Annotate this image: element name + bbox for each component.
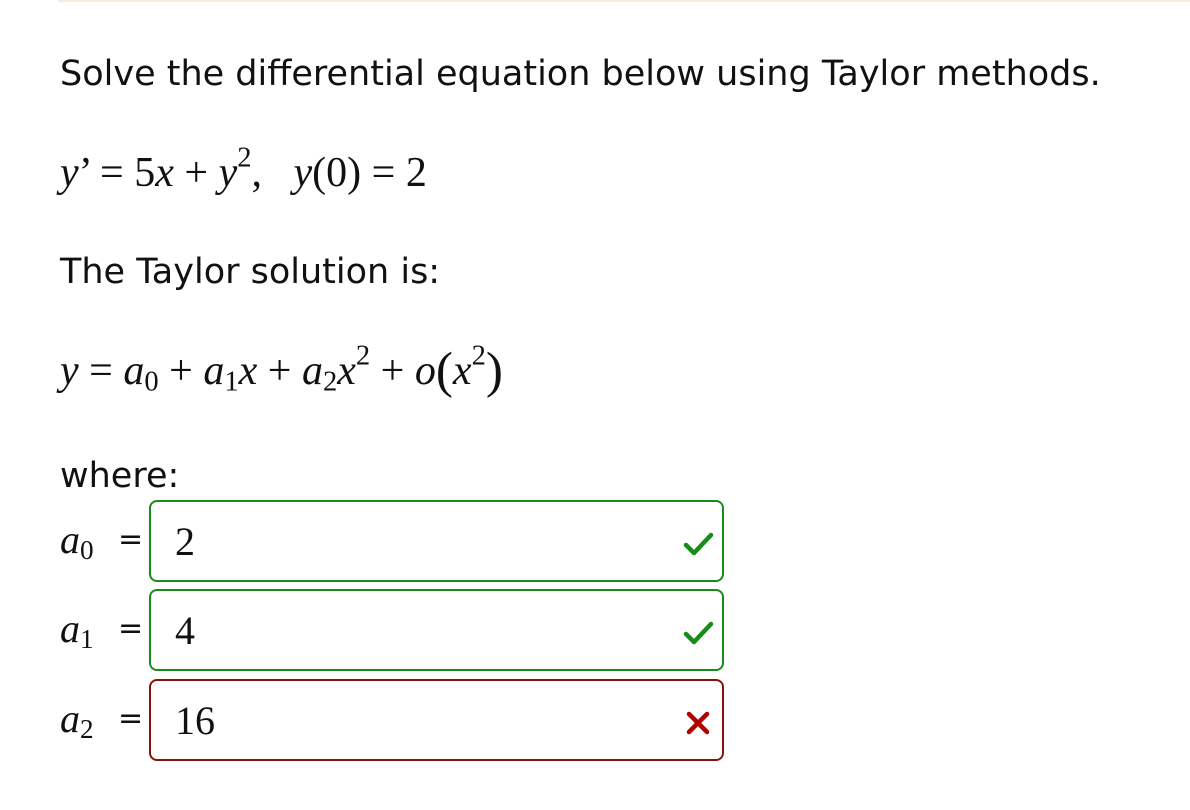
ic-open-paren: (: [312, 150, 327, 196]
coefficient-symbol: a: [60, 696, 80, 741]
ic-close-paren: ): [347, 150, 362, 196]
coefficient-subscript: 1: [80, 623, 94, 654]
series-plus-3: +: [380, 348, 405, 394]
series-equals: =: [89, 348, 113, 394]
series-x2-exponent: 2: [355, 340, 371, 372]
differential-equation: y’ = 5x + y2, y(0) = 2: [60, 144, 427, 198]
ic-equals: =: [371, 150, 396, 196]
eq-lhs: y: [60, 150, 79, 196]
series-a0-subscript: 0: [144, 366, 159, 398]
ic-argument: 0: [326, 150, 348, 196]
series-little-o: o: [414, 348, 436, 394]
coefficient-symbol: a: [60, 517, 80, 562]
series-x1: x: [238, 348, 258, 394]
eq-comma: ,: [251, 150, 263, 196]
answer-value-a0: 2: [175, 519, 195, 564]
where-label: where:: [60, 456, 180, 496]
series-x2: x: [337, 348, 356, 394]
series-plus-1: +: [169, 348, 193, 394]
answer-value-a2: 16: [175, 698, 215, 743]
series-open-paren: (: [435, 342, 453, 400]
answer-input-a2[interactable]: 16: [149, 679, 724, 761]
series-a1: a: [203, 348, 225, 394]
check-icon: [683, 621, 714, 645]
eq-y: y: [218, 150, 238, 196]
eq-x: x: [155, 150, 174, 196]
coefficient-symbol: a: [60, 606, 80, 651]
coefficient-label-a0: a0: [60, 517, 94, 565]
eq-equals: =: [100, 150, 124, 196]
top-divider: [58, 0, 1190, 2]
ic-value: 2: [405, 150, 427, 196]
ic-function: y: [293, 150, 313, 196]
solution-intro: The Taylor solution is:: [60, 252, 441, 292]
series-a0: a: [123, 348, 145, 394]
taylor-series: y = a0 + a1x + a2x2 + o(x2): [60, 342, 503, 398]
check-icon: [683, 532, 714, 556]
answer-input-a1[interactable]: 4: [149, 589, 724, 671]
series-x3-exponent: 2: [471, 340, 486, 372]
series-close-paren: ): [485, 342, 503, 400]
series-lhs: y: [60, 348, 79, 394]
coefficient-subscript: 0: [80, 534, 94, 565]
x-mark-icon: [686, 711, 710, 735]
answer-row-a0: a0 = 2: [60, 500, 724, 582]
coefficient-subscript: 2: [80, 713, 94, 744]
eq-plus: +: [184, 150, 209, 196]
series-a1-subscript: 1: [224, 366, 239, 398]
series-a2: a: [301, 348, 323, 394]
answer-input-a0[interactable]: 2: [149, 500, 724, 582]
answer-row-a2: a2 = 16: [60, 679, 724, 761]
series-plus-2: +: [267, 348, 292, 394]
equals-sign: =: [118, 522, 144, 557]
question-prompt: Solve the differential equation below us…: [60, 54, 1101, 94]
coefficient-label-a1: a1: [60, 606, 94, 654]
series-a2-subscript: 2: [322, 366, 338, 398]
answer-row-a1: a1 = 4: [60, 589, 724, 671]
equals-sign: =: [118, 701, 144, 736]
eq-coefficient: 5: [134, 150, 156, 196]
coefficient-label-a2: a2: [60, 696, 94, 744]
eq-exponent: 2: [237, 142, 252, 174]
series-x3: x: [452, 348, 472, 394]
eq-prime: ’: [78, 150, 90, 196]
answer-value-a1: 4: [175, 608, 195, 653]
equals-sign: =: [118, 611, 144, 646]
